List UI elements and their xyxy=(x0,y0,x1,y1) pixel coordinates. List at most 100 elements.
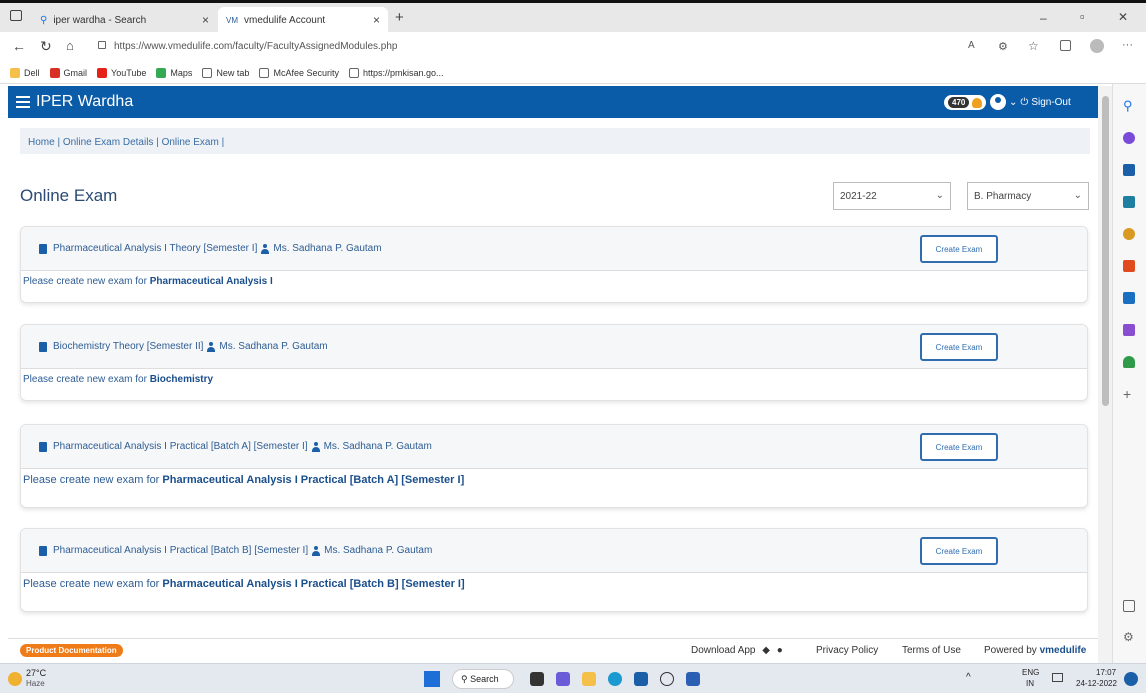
notification-icon[interactable] xyxy=(1124,672,1138,686)
weather-icon[interactable] xyxy=(8,672,22,686)
lang-bottom: IN xyxy=(1026,679,1034,688)
chevron-down-icon: ⌄ xyxy=(1073,190,1082,201)
address-bar: ← ↻ ⌂ https://www.vmedulife.com/faculty/… xyxy=(0,32,1146,62)
favorites-icon[interactable]: ☆ xyxy=(1028,39,1039,53)
chat-icon[interactable] xyxy=(556,672,570,686)
briefcase-icon[interactable] xyxy=(1123,196,1135,208)
search-icon[interactable]: ⚲ xyxy=(1123,98,1135,113)
new-tab-button[interactable]: + xyxy=(395,9,404,26)
file-explorer-icon[interactable] xyxy=(582,672,596,686)
page-title: Online Exam xyxy=(20,186,118,205)
bookmark-new-tab[interactable]: New tab xyxy=(202,67,249,78)
office-icon[interactable] xyxy=(1123,260,1135,272)
clock-time[interactable]: 17:07 xyxy=(1096,668,1116,677)
close-window-button[interactable]: ✕ xyxy=(1118,10,1128,24)
download-app-link[interactable]: Download App ◆ ● xyxy=(691,645,783,656)
book-icon xyxy=(39,441,47,452)
tab-vmedulife[interactable]: VM vmedulife Account × xyxy=(218,7,388,33)
task-view-icon[interactable] xyxy=(530,672,544,686)
power-icon: ⏻ xyxy=(1020,96,1029,108)
games-icon[interactable] xyxy=(1123,228,1135,240)
search-icon: ⚲ xyxy=(40,14,48,26)
taskbar-search[interactable]: ⚲ Search xyxy=(452,669,514,689)
weather-desc: Haze xyxy=(26,679,45,688)
search-icon: ⚲ xyxy=(461,674,471,684)
privacy-policy-link[interactable]: Privacy Policy xyxy=(816,645,878,656)
create-exam-button[interactable]: Create Exam xyxy=(920,333,998,361)
vmedulife-brand[interactable]: vmedulife xyxy=(1040,645,1087,656)
signout-link[interactable]: Sign-Out xyxy=(1031,97,1070,108)
tree-icon[interactable] xyxy=(1123,356,1135,368)
scrollbar-thumb[interactable] xyxy=(1102,96,1109,406)
person-icon xyxy=(261,243,270,254)
menu-icon[interactable] xyxy=(16,96,30,108)
faculty-name: Ms. Sadhana P. Gautam xyxy=(273,243,382,254)
copilot-icon[interactable] xyxy=(1123,132,1135,144)
card-message: Please create new exam for Pharmaceutica… xyxy=(23,578,465,590)
dell-icon[interactable] xyxy=(660,672,674,686)
taskbar: 27°C Haze ⚲ Search ^ ENG IN 17:07 24-12-… xyxy=(0,663,1146,693)
word-icon[interactable] xyxy=(686,672,700,686)
tray-chevron-icon[interactable]: ^ xyxy=(966,672,971,683)
bookmark-dell[interactable]: Dell xyxy=(10,67,40,78)
breadcrumb[interactable]: Home | Online Exam Details | Online Exam… xyxy=(20,128,1090,154)
coins-count: 470 xyxy=(948,97,970,108)
user-menu[interactable]: ⌄ ⏻ Sign-Out xyxy=(990,94,1071,110)
page-icon xyxy=(202,67,213,78)
page-scrollbar[interactable] xyxy=(1098,86,1112,663)
designer-icon[interactable] xyxy=(1123,324,1135,336)
page-icon xyxy=(348,67,359,78)
settings-icon[interactable]: ⚙ xyxy=(1123,630,1135,644)
program-select[interactable]: B. Pharmacy ⌄ xyxy=(967,182,1089,210)
restore-button[interactable]: ▫ xyxy=(1080,9,1085,24)
more-menu-icon[interactable]: ··· xyxy=(1122,39,1133,51)
clock-date[interactable]: 24-12-2022 xyxy=(1076,679,1117,688)
outlook-icon[interactable] xyxy=(1123,292,1135,304)
bookmark-gmail[interactable]: Gmail xyxy=(49,67,87,78)
book-icon xyxy=(39,341,47,352)
home-icon[interactable]: ⌂ xyxy=(66,38,74,53)
network-icon[interactable] xyxy=(1052,673,1063,682)
close-icon[interactable]: × xyxy=(202,13,209,27)
add-icon[interactable]: + xyxy=(1123,386,1135,402)
card-message: Please create new exam for Pharmaceutica… xyxy=(23,276,273,287)
layout-icon[interactable] xyxy=(1123,600,1135,612)
vmedulife-icon: VM xyxy=(226,15,238,25)
create-exam-button[interactable]: Create Exam xyxy=(920,433,998,461)
back-icon[interactable]: ← xyxy=(12,38,26,54)
url-field[interactable]: https://www.vmedulife.com/faculty/Facult… xyxy=(114,41,397,52)
subject-title: Pharmaceutical Analysis I Theory [Semest… xyxy=(53,243,258,254)
powered-by: Powered by vmedulife xyxy=(984,645,1087,656)
create-exam-button[interactable]: Create Exam xyxy=(920,537,998,565)
bookmark-maps[interactable]: Maps xyxy=(156,67,192,78)
subject-link[interactable]: Biochemistry xyxy=(150,374,213,385)
read-aloud-icon[interactable]: A xyxy=(968,40,975,51)
profile-icon[interactable] xyxy=(1090,39,1104,53)
refresh-icon[interactable]: ↻ xyxy=(40,38,52,55)
bookmark-pmkisan[interactable]: https://pmkisan.go... xyxy=(348,67,444,78)
product-documentation-link[interactable]: Product Documentation xyxy=(20,644,123,657)
bookmark-youtube[interactable]: YouTube xyxy=(97,67,146,78)
tab-search[interactable]: ⚲ iper wardha - Search × xyxy=(32,7,217,33)
subject-title: Pharmaceutical Analysis I Practical [Bat… xyxy=(53,441,308,452)
coins-badge[interactable]: 470 xyxy=(944,95,987,110)
start-icon[interactable] xyxy=(424,671,440,687)
collections-icon[interactable] xyxy=(1060,40,1071,51)
store-icon[interactable] xyxy=(634,672,648,686)
terms-link[interactable]: Terms of Use xyxy=(902,645,961,656)
subject-link[interactable]: Pharmaceutical Analysis I Practical [Bat… xyxy=(162,578,464,590)
minimize-button[interactable]: – xyxy=(1040,11,1047,25)
tab-actions-icon[interactable] xyxy=(10,10,22,21)
create-exam-button[interactable]: Create Exam xyxy=(920,235,998,263)
edge-icon[interactable] xyxy=(608,672,622,686)
bookmark-mcafee[interactable]: McAfee Security xyxy=(259,67,339,78)
extensions-icon[interactable]: ⚙ xyxy=(998,40,1008,53)
lock-icon xyxy=(98,41,106,49)
subject-link[interactable]: Pharmaceutical Analysis I Practical [Bat… xyxy=(162,474,464,486)
close-icon[interactable]: × xyxy=(373,13,380,27)
year-select[interactable]: 2021-22 ⌄ xyxy=(833,182,951,210)
tag-icon[interactable] xyxy=(1123,164,1135,176)
book-icon xyxy=(39,243,47,254)
subject-link[interactable]: Pharmaceutical Analysis I xyxy=(150,276,273,287)
trophy-icon xyxy=(972,97,983,108)
